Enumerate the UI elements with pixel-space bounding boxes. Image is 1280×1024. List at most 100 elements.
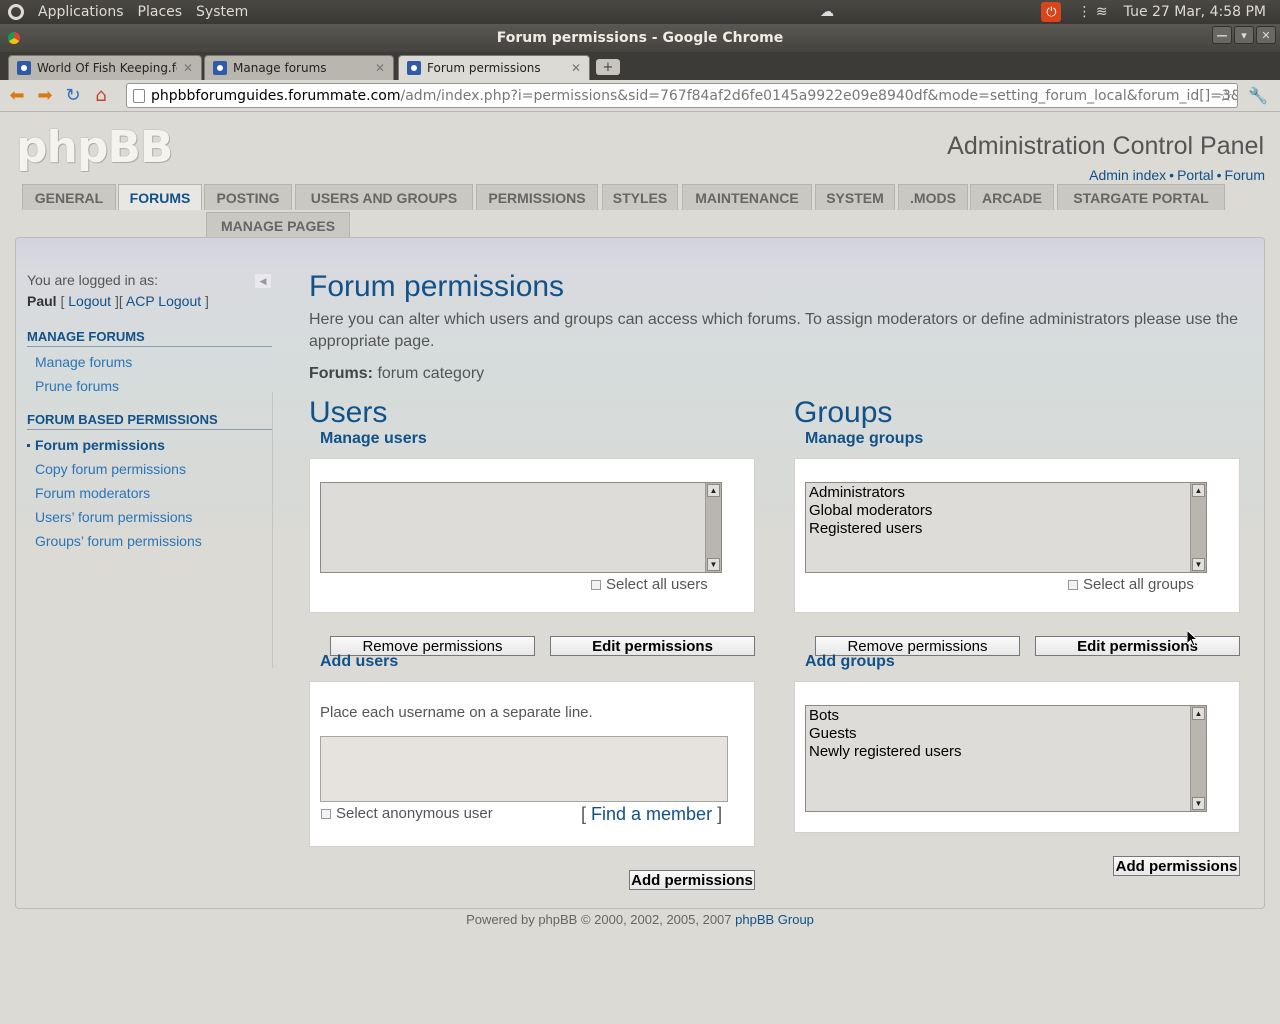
close-icon[interactable]: ✕	[1256, 26, 1276, 44]
add-groups-scrollbar[interactable]: ▲ ▼	[1190, 706, 1206, 811]
find-member-link[interactable]: [ Find a member ]	[581, 804, 722, 825]
applications-menu[interactable]: Applications	[38, 4, 124, 20]
list-item[interactable]: Administrators	[809, 484, 1203, 502]
sidebar-item-groups-forum-permissions[interactable]: Groups’ forum permissions	[27, 530, 272, 554]
edit-group-permissions-button[interactable]: Edit permissions	[1035, 636, 1240, 656]
power-icon[interactable]: ⏻	[1041, 2, 1062, 22]
add-group-permissions-button[interactable]: Add permissions	[1113, 856, 1240, 876]
tab-permissions[interactable]: PERMISSIONS	[476, 184, 598, 210]
tab-arcade[interactable]: ARCADE	[970, 184, 1054, 210]
scroll-down-icon[interactable]: ▼	[1192, 558, 1205, 571]
tab-styles[interactable]: STYLES	[602, 184, 678, 210]
main-content: Forum permissions Here you can alter whi…	[309, 270, 1239, 383]
login-line: Paul [ Logout ][ ACP Logout ]	[27, 293, 209, 309]
network-icon[interactable]: ⋮ ≋	[1077, 4, 1107, 20]
page-title: Forum permissions	[309, 270, 565, 303]
sidebar-item-manage-forums[interactable]: Manage forums	[27, 351, 272, 375]
sidebar-item-prune-forums[interactable]: Prune forums	[27, 375, 272, 399]
admin-index-link[interactable]: Admin index	[1089, 167, 1166, 183]
tab-forums[interactable]: FORUMS	[118, 184, 202, 210]
home-icon[interactable]: ⌂	[90, 85, 112, 107]
forum-link[interactable]: Forum	[1225, 167, 1265, 183]
list-item[interactable]: Guests	[809, 725, 1203, 743]
sidebar-item-users-forum-permissions[interactable]: Users’ forum permissions	[27, 506, 272, 530]
manage-groups-list[interactable]: Administrators Global moderators Registe…	[805, 482, 1207, 573]
maximize-icon[interactable]: ▾	[1234, 26, 1254, 44]
footer-text: Powered by phpBB © 2000, 2002, 2005, 200…	[466, 912, 732, 927]
system-menu[interactable]: System	[196, 4, 248, 20]
tab-system[interactable]: SYSTEM	[815, 184, 895, 210]
tab-users-and-groups[interactable]: USERS AND GROUPS	[295, 184, 473, 210]
bookmark-star-icon[interactable]: ☆	[1219, 86, 1233, 105]
list-item[interactable]: Registered users	[809, 520, 1203, 538]
select-all-groups-checkbox[interactable]	[1068, 579, 1078, 590]
tab-manage-pages[interactable]: MANAGE PAGES	[206, 212, 350, 238]
select-all-groups[interactable]: Select all groups	[1068, 576, 1194, 593]
minimize-icon[interactable]: —	[1212, 26, 1232, 44]
list-item[interactable]: Global moderators	[809, 502, 1203, 520]
tab-stargate-portal[interactable]: STARGATE PORTAL	[1057, 184, 1225, 210]
header-links: Admin index • Portal • Forum	[1089, 167, 1265, 183]
add-users-heading: Add users	[320, 653, 399, 670]
browser-tab-fishkeeping[interactable]: World Of Fish Keeping.for ✕	[8, 55, 202, 80]
users-heading: Users	[309, 396, 388, 429]
tab-close-icon[interactable]: ✕	[183, 61, 193, 75]
reload-icon[interactable]: ↻	[62, 85, 84, 107]
scroll-up-icon[interactable]: ▲	[1192, 484, 1205, 497]
forward-icon[interactable]: ➡	[34, 85, 56, 107]
portal-link[interactable]: Portal	[1177, 167, 1214, 183]
logout-link[interactable]: Logout	[68, 293, 111, 309]
list-item[interactable]: Bots	[809, 707, 1203, 725]
tab-close-icon[interactable]: ✕	[571, 61, 581, 75]
window-title: Forum permissions - Google Chrome	[496, 30, 784, 46]
groups-list-scrollbar[interactable]: ▲ ▼	[1190, 483, 1206, 572]
tab-mods[interactable]: .MODS	[898, 184, 968, 210]
tab-posting[interactable]: POSTING	[204, 184, 292, 210]
tab-maintenance[interactable]: MAINTENANCE	[682, 184, 812, 210]
forums-label: Forums:	[309, 365, 373, 382]
new-tab-icon[interactable]: +	[596, 59, 620, 75]
places-menu[interactable]: Places	[138, 4, 183, 20]
scroll-up-icon[interactable]: ▲	[1192, 707, 1205, 720]
page-icon	[133, 89, 145, 103]
list-item[interactable]: Newly registered users	[809, 743, 1203, 761]
add-user-permissions-button[interactable]: Add permissions	[629, 870, 755, 890]
select-all-users[interactable]: Select all users	[591, 576, 708, 593]
users-list-scrollbar[interactable]: ▲ ▼	[705, 483, 721, 572]
sidebar-item-copy-forum-permissions[interactable]: Copy forum permissions	[27, 458, 272, 482]
sidebar-item-forum-moderators[interactable]: Forum moderators	[27, 482, 272, 506]
collapse-sidebar-icon[interactable]: ◀	[255, 274, 271, 288]
anonymous-user-checkbox[interactable]	[321, 808, 331, 819]
scroll-down-icon[interactable]: ▼	[1192, 797, 1205, 810]
tab-close-icon[interactable]: ✕	[375, 61, 385, 75]
scroll-down-icon[interactable]: ▼	[707, 558, 720, 571]
select-all-users-checkbox[interactable]	[591, 579, 601, 590]
scroll-up-icon[interactable]: ▲	[707, 484, 720, 497]
sidebar-heading-forum-based-permissions: FORUM BASED PERMISSIONS	[27, 412, 272, 430]
forums-line: Forums: forum category	[309, 365, 1239, 383]
add-groups-list[interactable]: Bots Guests Newly registered users ▲ ▼	[805, 705, 1207, 812]
browser-tab-forum-permissions[interactable]: Forum permissions ✕	[398, 55, 590, 80]
page-description: Here you can alter which users and group…	[309, 311, 1239, 350]
os-top-panel: Applications Places System ☁ ⏻ ⋮ ≋ Tue 2…	[0, 0, 1280, 24]
username: Paul	[27, 293, 57, 309]
select-anonymous-user[interactable]: Select anonymous user	[321, 805, 493, 822]
weather-icon[interactable]: ☁	[820, 4, 834, 20]
wrench-icon[interactable]: 🔧	[1248, 86, 1268, 105]
manage-users-list[interactable]: ▲ ▼	[320, 482, 722, 573]
phpbb-group-link[interactable]: phpBB Group	[735, 912, 814, 927]
browser-toolbar: ⬅ ➡ ↻ ⌂ phpbbforumguides.forummate.com/a…	[0, 80, 1280, 112]
usernames-textarea[interactable]	[320, 736, 728, 802]
forums-value: forum category	[377, 365, 485, 382]
address-bar[interactable]: phpbbforumguides.forummate.com/adm/index…	[126, 83, 1238, 108]
acp-logout-link[interactable]: ACP Logout	[126, 293, 201, 309]
clock[interactable]: Tue 27 Mar, 4:58 PM	[1124, 4, 1266, 20]
window-titlebar: Forum permissions - Google Chrome — ▾ ✕	[0, 24, 1280, 52]
edit-user-permissions-button[interactable]: Edit permissions	[550, 636, 755, 656]
browser-tabbar: World Of Fish Keeping.for ✕ Manage forum…	[0, 52, 1280, 80]
browser-tab-manage-forums[interactable]: Manage forums ✕	[204, 55, 394, 80]
back-icon[interactable]: ⬅	[6, 85, 28, 107]
logged-in-label: You are logged in as:	[27, 272, 159, 288]
sidebar-item-forum-permissions[interactable]: Forum permissions	[27, 434, 272, 458]
tab-general[interactable]: GENERAL	[22, 184, 116, 210]
